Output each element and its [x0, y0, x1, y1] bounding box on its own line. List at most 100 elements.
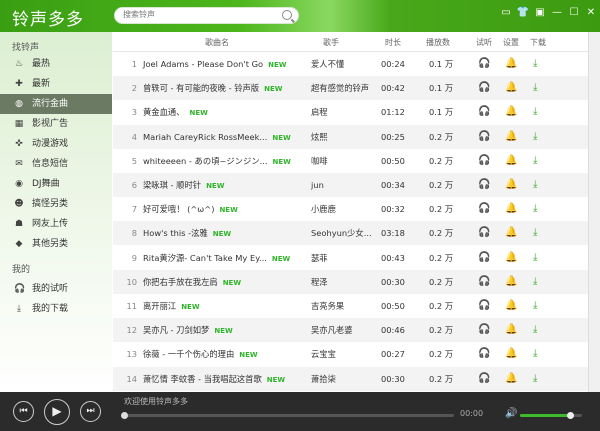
table-row[interactable]: 8 How's this -泫雅 NEW Seohyun少女... 03:18 0.2 万… — [113, 221, 588, 246]
my-item-0[interactable]: 🎧 我的试听 — [0, 279, 112, 299]
sidebar-item-6[interactable]: ◉ DJ舞曲 — [0, 174, 112, 194]
sidebar-item-7[interactable]: ☻ 搞怪另类 — [0, 194, 112, 214]
table-row[interactable]: 10 你把右手放在我左肩 NEW 程泽 00:30 0.2 万 🎧 🔔 ⤓ — [113, 269, 588, 295]
headphones-icon[interactable]: 🎧 — [478, 149, 490, 173]
menu-icon[interactable]: ▣ — [533, 6, 547, 20]
bell-icon[interactable]: 🔔 — [505, 342, 517, 366]
progress-slider[interactable] — [121, 412, 454, 419]
table-row[interactable]: 12 吴亦凡 - 刀剑如梦 NEW 吴亦凡老婆 00:46 0.2 万 🎧 🔔 ⤓ — [113, 318, 588, 343]
headphones-icon[interactable]: 🎧 — [478, 246, 490, 270]
bell-icon[interactable]: 🔔 — [505, 294, 517, 318]
search-input[interactable] — [123, 10, 273, 19]
headphones-icon[interactable]: 🎧 — [478, 197, 490, 221]
headphones-icon[interactable]: 🎧 — [478, 367, 490, 391]
download-icon[interactable]: ⤓ — [533, 52, 537, 76]
singer[interactable]: Seohyun少女... — [311, 221, 372, 245]
sidebar-item-1[interactable]: ✚ 最新 — [0, 74, 112, 94]
table-row[interactable]: 6 梁咏琪 - 顺时针 NEW jun 00:34 0.2 万 🎧 🔔 ⤓ — [113, 173, 588, 197]
song-name[interactable]: 萧忆情 李蚊香 - 当我唱起这首歌 NEW — [143, 367, 285, 392]
bell-icon[interactable]: 🔔 — [505, 76, 517, 100]
download-icon[interactable]: ⤓ — [533, 342, 537, 366]
bell-icon[interactable]: 🔔 — [505, 149, 517, 173]
table-row[interactable]: 13 徐薇 - 一千个伤心的理由 NEW 云宝宝 00:27 0.2 万 🎧 🔔 ⤓ — [113, 342, 588, 366]
message-icon[interactable]: ▭ — [499, 6, 513, 20]
song-name[interactable]: 黄金血通、 NEW — [143, 100, 208, 125]
song-name[interactable]: Mariah CareyRick RossMeek... NEW — [143, 125, 291, 150]
song-name[interactable]: Joel Adams - Please Don't Go NEW — [143, 52, 286, 77]
sidebar-item-2[interactable]: ◍ 流行金曲 — [0, 94, 112, 114]
song-name[interactable]: 徐薇 - 一千个伤心的理由 NEW — [143, 342, 258, 367]
singer[interactable]: jun — [311, 173, 324, 197]
sidebar-item-5[interactable]: ✉ 信息短信 — [0, 154, 112, 174]
bell-icon[interactable]: 🔔 — [505, 246, 517, 270]
sidebar-item-0[interactable]: ♨ 最热 — [0, 54, 112, 74]
table-row[interactable]: 2 曾轶可 - 有可能的夜晚 - 铃声版 NEW 超有感觉的铃声 00:42 0.1 万 🎧… — [113, 76, 588, 101]
play-button[interactable]: ▶ — [44, 399, 70, 425]
download-icon[interactable]: ⤓ — [533, 367, 537, 391]
headphones-icon[interactable]: 🎧 — [478, 76, 490, 100]
search-box[interactable] — [114, 7, 299, 24]
song-name[interactable]: Rita黄汐源- Can't Take My Ey... NEW — [143, 246, 290, 271]
bell-icon[interactable]: 🔔 — [505, 100, 517, 124]
download-icon[interactable]: ⤓ — [533, 173, 537, 197]
bell-icon[interactable]: 🔔 — [505, 367, 517, 391]
download-icon[interactable]: ⤓ — [533, 246, 537, 270]
headphones-icon[interactable]: 🎧 — [478, 125, 490, 149]
song-name[interactable]: whiteeeen - あの頃~ジンジン... NEW — [143, 149, 291, 174]
song-name[interactable]: 你把右手放在我左肩 NEW — [143, 270, 241, 295]
volume-knob[interactable] — [566, 412, 574, 419]
table-row[interactable]: 5 whiteeeen - あの頃~ジンジン... NEW 咖啡 00:50 0.2 万 🎧… — [113, 149, 588, 173]
download-icon[interactable]: ⤓ — [533, 294, 537, 318]
bell-icon[interactable]: 🔔 — [505, 173, 517, 197]
col-song-name[interactable]: 歌曲名 — [205, 37, 229, 48]
download-icon[interactable]: ⤓ — [533, 318, 537, 342]
singer[interactable]: 萧拾柒 — [311, 367, 336, 391]
table-row[interactable]: 14 萧忆情 李蚊香 - 当我唱起这首歌 NEW 萧拾柒 00:30 0.2 万 🎧 🔔 ⤓ — [113, 366, 588, 392]
volume-icon[interactable]: 🔊 — [505, 408, 517, 419]
song-name[interactable]: 离开丽江 NEW — [143, 294, 200, 319]
singer[interactable]: 瑟菲 — [311, 246, 328, 270]
sidebar-item-3[interactable]: ▦ 影视广告 — [0, 114, 112, 134]
search-icon[interactable] — [282, 10, 292, 20]
headphones-icon[interactable]: 🎧 — [478, 342, 490, 366]
download-icon[interactable]: ⤓ — [533, 76, 537, 100]
bell-icon[interactable]: 🔔 — [505, 52, 517, 76]
previous-button[interactable]: ⏮ — [13, 401, 34, 422]
download-icon[interactable]: ⤓ — [533, 149, 537, 173]
table-row[interactable]: 1 Joel Adams - Please Don't Go NEW 爱人不懂 00:2… — [113, 52, 588, 76]
skin-icon[interactable]: 👕 — [516, 6, 530, 20]
headphones-icon[interactable]: 🎧 — [478, 270, 490, 294]
singer[interactable]: 启程 — [311, 100, 328, 124]
table-row[interactable]: 4 Mariah CareyRick RossMeek... NEW 炫熙 00:25 0… — [113, 124, 588, 150]
bell-icon[interactable]: 🔔 — [505, 221, 517, 245]
song-name[interactable]: 好可爱哦！ (^ω^) NEW — [143, 197, 238, 222]
sidebar-item-8[interactable]: ☗ 网友上传 — [0, 214, 112, 234]
singer[interactable]: 云宝宝 — [311, 342, 336, 366]
singer[interactable]: 吴亦凡老婆 — [311, 318, 353, 342]
singer[interactable]: 咖啡 — [311, 149, 328, 173]
col-duration[interactable]: 时长 — [385, 37, 401, 48]
download-icon[interactable]: ⤓ — [533, 100, 537, 124]
col-plays[interactable]: 播放数 — [426, 37, 450, 48]
table-row[interactable]: 11 离开丽江 NEW 吉亮务果 00:50 0.2 万 🎧 🔔 ⤓ — [113, 294, 588, 318]
song-name[interactable]: 吴亦凡 - 刀剑如梦 NEW — [143, 318, 233, 343]
headphones-icon[interactable]: 🎧 — [478, 294, 490, 318]
minimize-icon[interactable]: — — [550, 6, 564, 20]
singer[interactable]: 超有感觉的铃声 — [311, 76, 369, 100]
singer[interactable]: 程泽 — [311, 270, 328, 294]
song-name[interactable]: 曾轶可 - 有可能的夜晚 - 铃声版 NEW — [143, 76, 282, 101]
scrollbar[interactable] — [588, 32, 600, 392]
download-icon[interactable]: ⤓ — [533, 125, 537, 149]
progress-knob[interactable] — [121, 412, 128, 419]
table-row[interactable]: 3 黄金血通、 NEW 启程 01:12 0.1 万 🎧 🔔 ⤓ — [113, 100, 588, 124]
song-name[interactable]: 梁咏琪 - 顺时针 NEW — [143, 173, 224, 198]
next-button[interactable]: ⏭ — [80, 401, 101, 422]
bell-icon[interactable]: 🔔 — [505, 318, 517, 342]
download-icon[interactable]: ⤓ — [533, 197, 537, 221]
download-icon[interactable]: ⤓ — [533, 270, 537, 294]
singer[interactable]: 吉亮务果 — [311, 294, 344, 318]
sidebar-item-9[interactable]: ◆ 其他另类 — [0, 234, 112, 254]
singer[interactable]: 爱人不懂 — [311, 52, 344, 76]
bell-icon[interactable]: 🔔 — [505, 125, 517, 149]
download-icon[interactable]: ⤓ — [533, 221, 537, 245]
